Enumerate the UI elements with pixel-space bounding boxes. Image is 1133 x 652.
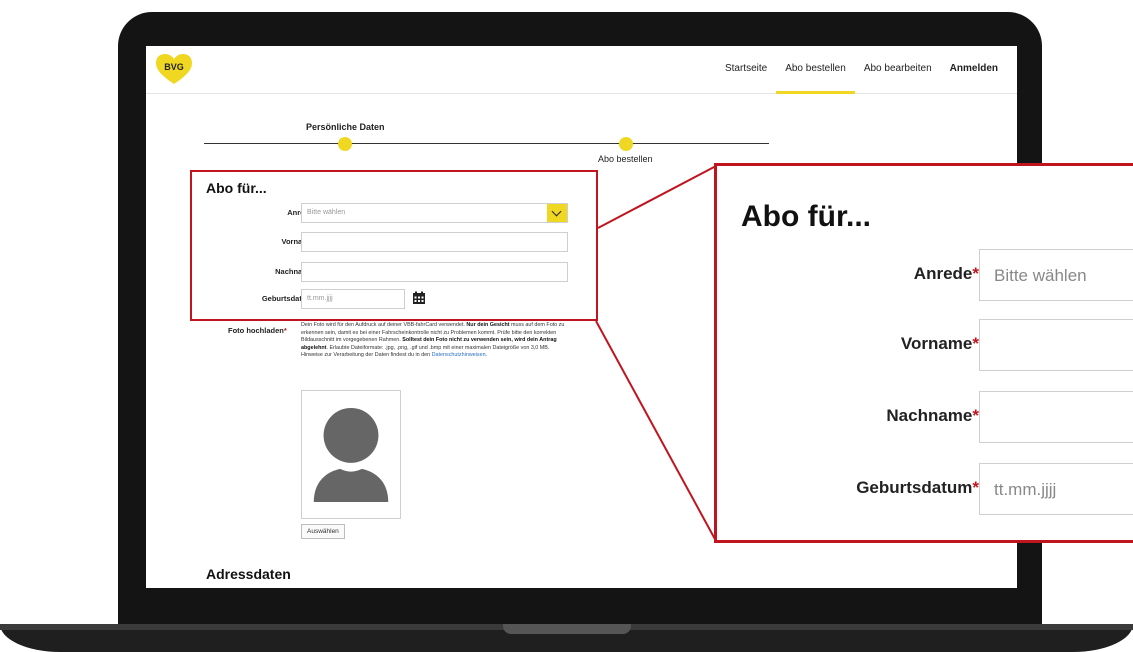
zoom-vorname-label: Vorname* xyxy=(900,334,979,353)
nav-link-abo-bestellen[interactable]: Abo bestellen xyxy=(776,46,855,94)
zoom-geburtsdatum-row: Geburtsdatum* tt.mm.jjjj xyxy=(717,463,1133,515)
zoom-form-title: Abo für... xyxy=(741,200,871,233)
zoom-geburtsdatum-input[interactable]: tt.mm.jjjj xyxy=(979,463,1133,515)
photo-instructions: Dein Foto wird für den Aufdruck auf dein… xyxy=(301,322,565,359)
nav-link-startseite[interactable]: Startseite xyxy=(716,46,776,94)
top-navigation: BVG Startseite Abo bestellen Abo bearbei… xyxy=(146,46,1017,94)
choose-photo-button[interactable]: Auswählen xyxy=(301,524,345,539)
zoom-vorname-input[interactable] xyxy=(979,319,1133,371)
laptop-chin xyxy=(146,588,1017,624)
nav-link-abo-bearbeiten[interactable]: Abo bearbeiten xyxy=(855,46,941,94)
step-dot-order[interactable] xyxy=(619,137,633,151)
nav-links: Startseite Abo bestellen Abo bearbeiten … xyxy=(716,46,1007,94)
zoom-geburtsdatum-label: Geburtsdatum* xyxy=(856,478,979,497)
step-dot-personal-data[interactable] xyxy=(338,137,352,151)
highlight-frame xyxy=(190,170,598,321)
marketing-stage: BVG Startseite Abo bestellen Abo bearbei… xyxy=(0,0,1133,652)
address-section-title: Adressdaten xyxy=(206,566,291,582)
zoom-vorname-row: Vorname* xyxy=(717,319,1133,371)
logo-text: BVG xyxy=(164,62,184,72)
zoom-nachname-input[interactable] xyxy=(979,391,1133,443)
step-label-personal-data: Persönliche Daten xyxy=(306,122,385,132)
avatar-placeholder-icon xyxy=(313,407,389,503)
step-label-order: Abo bestellen xyxy=(598,154,653,164)
bvg-logo[interactable]: BVG xyxy=(156,54,192,86)
laptop-notch xyxy=(503,624,631,634)
zoom-callout: Abo für... Anrede* Bitte wählen Vorname*… xyxy=(714,163,1133,543)
nav-link-anmelden[interactable]: Anmelden xyxy=(941,46,1007,94)
zoom-anrede-row: Anrede* Bitte wählen xyxy=(717,249,1133,301)
photo-preview[interactable] xyxy=(301,390,401,519)
zoom-anrede-label: Anrede* xyxy=(913,264,979,283)
photo-label: Foto hochladen* xyxy=(228,326,287,335)
stepper-line xyxy=(204,143,769,144)
zoom-anrede-select[interactable]: Bitte wählen xyxy=(979,249,1133,301)
zoom-nachname-row: Nachname* xyxy=(717,391,1133,443)
progress-stepper: Persönliche Daten Abo bestellen xyxy=(204,122,769,164)
privacy-link[interactable]: Datenschutzhinweisen xyxy=(432,352,486,358)
zoom-nachname-label: Nachname* xyxy=(886,406,979,425)
